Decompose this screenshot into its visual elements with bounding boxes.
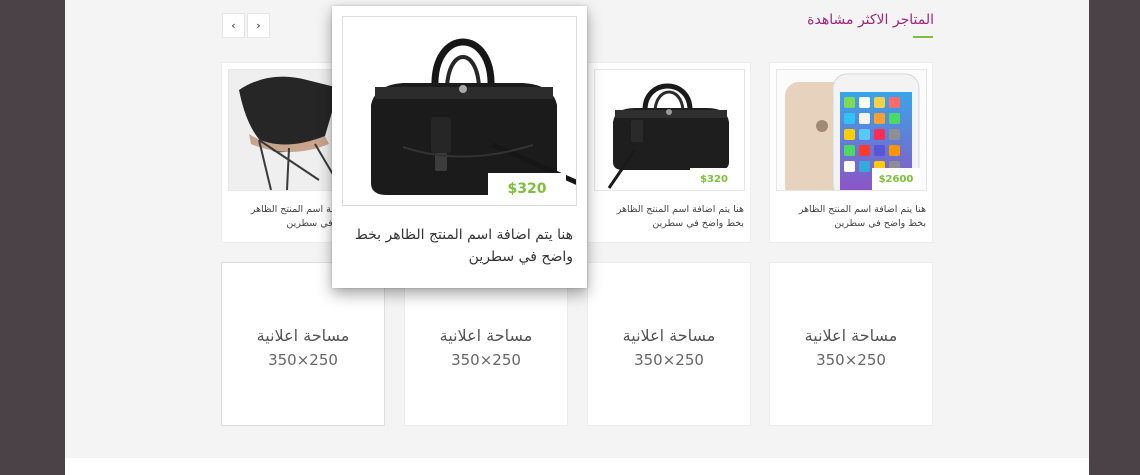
ad-space-size: 350×250 bbox=[268, 350, 338, 369]
ad-space[interactable]: مساحة اعلانية 350×250 bbox=[587, 262, 751, 426]
section-title-underline bbox=[913, 36, 933, 38]
ad-space-label: مساحة اعلانية bbox=[256, 325, 350, 345]
product-card[interactable]: $320 هنا يتم اضافة اسم المنتج الظاهر بخط… bbox=[587, 62, 751, 243]
ad-space-label: مساحة اعلانية bbox=[804, 325, 898, 345]
ad-space-size: 350×250 bbox=[816, 350, 886, 369]
product-card[interactable]: $2600 هنا يتم اضافة اسم المنتج الظاهر بخ… bbox=[769, 62, 933, 243]
ad-space-size: 350×250 bbox=[451, 350, 521, 369]
product-name[interactable]: هنا يتم اضافة اسم المنتج الظاهر بخط واضح… bbox=[596, 203, 744, 231]
product-image-iphone[interactable]: $2600 bbox=[776, 69, 927, 191]
popup-product-name[interactable]: هنا يتم اضافة اسم المنتج الظاهر بخط واضح… bbox=[346, 224, 573, 268]
product-price: $320 bbox=[690, 168, 738, 190]
chevron-left-icon: ‹ bbox=[231, 19, 236, 32]
product-price: $2600 bbox=[872, 168, 920, 190]
ad-space[interactable]: مساحة اعلانية 350×250 bbox=[769, 262, 933, 426]
carousel-prev-button[interactable]: ‹ bbox=[222, 13, 245, 38]
ad-space-size: 350×250 bbox=[634, 350, 704, 369]
product-image-bag[interactable]: $320 bbox=[594, 69, 745, 191]
chevron-right-icon: › bbox=[256, 19, 261, 32]
product-name[interactable]: هنا يتم اضافة اسم المنتج الظاهر بخط واضح… bbox=[778, 203, 926, 231]
footer-strip bbox=[65, 458, 1089, 475]
ad-space-label: مساحة اعلانية bbox=[439, 325, 533, 345]
popup-product-price: $320 bbox=[488, 173, 566, 205]
carousel-next-button[interactable]: › bbox=[247, 13, 270, 38]
product-hover-popup[interactable]: $320 هنا يتم اضافة اسم المنتج الظاهر بخط… bbox=[332, 6, 587, 288]
popup-product-image[interactable]: $320 bbox=[342, 16, 577, 206]
ad-space-label: مساحة اعلانية bbox=[622, 325, 716, 345]
section-title: المتاجر الاكثر مشاهدة bbox=[807, 12, 934, 28]
